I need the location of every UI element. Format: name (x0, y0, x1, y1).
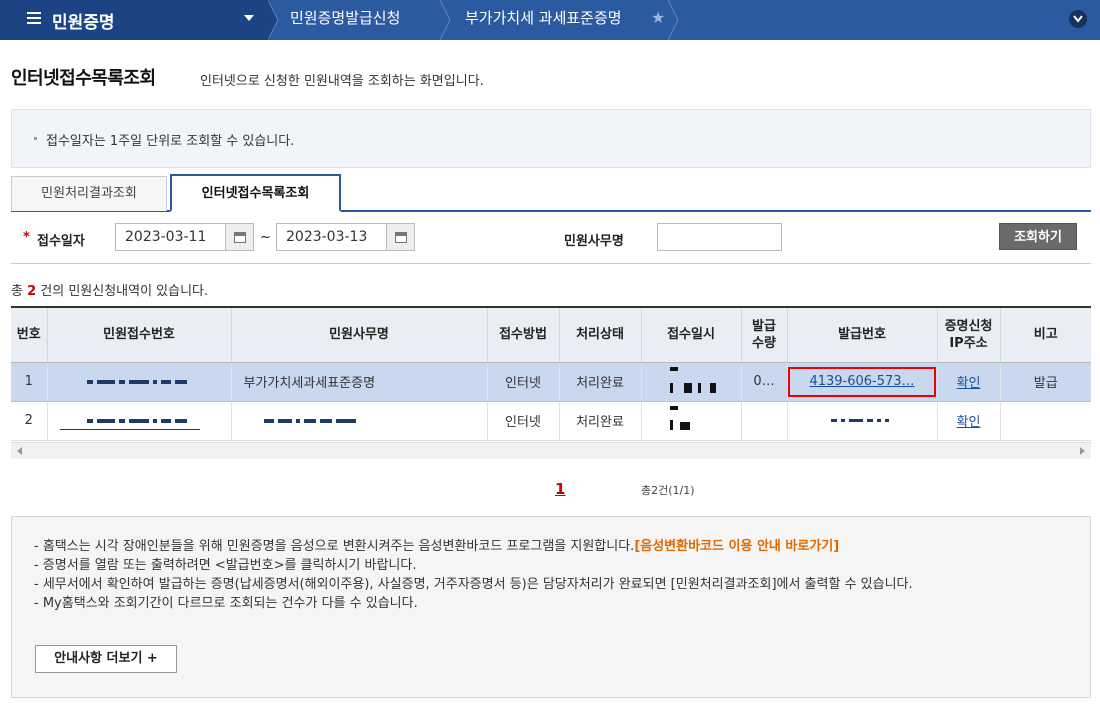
hamburger-icon (27, 12, 41, 26)
scroll-left-icon[interactable] (17, 447, 22, 455)
notice-box: 접수일자는 1주일 단위로 조회할 수 있습니다. (11, 109, 1091, 168)
count-suffix: 건의 민원신청내역이 있습니다. (36, 284, 209, 299)
scroll-right-icon[interactable] (1080, 447, 1085, 455)
redacted-text (666, 365, 716, 395)
results-table: 번호 민원접수번호 민원사무명 접수방법 처리상태 접수일시 발급 수량 발급번… (11, 306, 1091, 441)
office-name-label: 민원사무명 (564, 234, 624, 249)
table-header-row: 번호 민원접수번호 민원사무명 접수방법 처리상태 접수일시 발급 수량 발급번… (11, 306, 1091, 363)
office-name-cell (231, 401, 488, 441)
receipt-datetime-masked (641, 362, 742, 402)
calendar-icon[interactable] (225, 223, 254, 251)
info-line-text: - 홈택스는 시각 장애인분들을 위해 민원증명을 음성으로 변환시켜주는 음성… (34, 539, 635, 554)
col-header: 비고 (1000, 306, 1091, 363)
issue-qty-cell (741, 401, 788, 441)
col-header: 발급 수량 (741, 306, 788, 363)
search-form: * 접수일자 2023-03-11 ~ 2023-03-13 민원사무명 조회하… (11, 212, 1091, 264)
pagination-page-1[interactable]: 1 (555, 480, 565, 498)
tab-internet-receipt-list[interactable]: 인터넷접수목록조회 (170, 174, 341, 212)
note-cell: 발급 (1000, 362, 1091, 402)
breadcrumb-vat-cert[interactable]: 부가가치세 과세표준증명 (465, 0, 622, 40)
expand-chevron-icon[interactable] (1069, 10, 1087, 28)
ip-confirm-link[interactable]: 확인 (957, 376, 981, 391)
search-button[interactable]: 조회하기 (999, 223, 1077, 250)
col-header: 처리상태 (559, 306, 642, 363)
info-line: - 홈택스는 시각 장애인분들을 위해 민원증명을 음성으로 변환시켜주는 음성… (34, 537, 1064, 556)
info-box: - 홈택스는 시각 장애인분들을 위해 민원증명을 음성으로 변환시켜주는 음성… (11, 516, 1091, 698)
receipt-number-masked[interactable] (47, 362, 232, 402)
col-header: 접수일시 (641, 306, 742, 363)
issue-number-link[interactable]: 4139-606-573… (788, 366, 936, 397)
receipt-datetime-masked (641, 401, 742, 441)
breadcrumb-separator-icon (268, 0, 280, 40)
row-number: 1 (11, 362, 48, 402)
receipt-number-masked[interactable] (47, 401, 232, 441)
redacted-text (831, 413, 893, 423)
main-menu-dropdown[interactable]: 민원증명 (0, 0, 270, 40)
info-line: - 증명서를 열람 또는 출력하려면 <발급번호>를 클릭하시기 바랍니다. (34, 558, 417, 573)
count-prefix: 총 (11, 284, 28, 299)
issue-qty-cell: 0… (741, 362, 788, 402)
col-header: 민원접수번호 (47, 306, 232, 363)
redacted-text (666, 404, 716, 434)
date-from-input[interactable]: 2023-03-11 (115, 223, 226, 251)
col-header: 발급번호 (787, 306, 938, 363)
info-list: - 홈택스는 시각 장애인분들을 위해 민원증명을 음성으로 변환시켜주는 음성… (34, 537, 1064, 613)
receipt-date-label: 접수일자 (37, 234, 85, 249)
more-info-button[interactable]: 안내사항 더보기 + (35, 645, 177, 673)
horizontal-scrollbar[interactable] (11, 442, 1091, 459)
breadcrumb-separator-icon (440, 0, 452, 40)
notice-text: 접수일자는 1주일 단위로 조회할 수 있습니다. (46, 134, 295, 149)
star-icon[interactable]: ★ (651, 8, 665, 27)
issue-number-cell[interactable]: 4139-606-573… (787, 362, 938, 402)
office-name-cell: 부가가치세과세표준증명 (231, 362, 488, 402)
caret-down-icon (244, 15, 254, 21)
redacted-text (87, 374, 191, 384)
ip-cell[interactable]: 확인 (937, 362, 1001, 402)
required-mark: * (23, 230, 30, 245)
status-cell: 처리완료 (559, 362, 642, 402)
table-row[interactable]: 1 부가가치세과세표준증명 인터넷 처리완료 0… 4139-606-573… … (11, 362, 1091, 402)
date-range-separator: ~ (260, 230, 271, 245)
col-header: 증명신청 IP주소 (937, 306, 1001, 363)
issue-number-cell[interactable] (787, 401, 938, 441)
redacted-text (87, 413, 191, 423)
tab-processing-results[interactable]: 민원처리결과조회 (11, 176, 167, 211)
main-menu-title: 민원증명 (52, 13, 115, 33)
breadcrumb-civil-issue[interactable]: 민원증명발급신청 (290, 0, 400, 40)
ip-cell[interactable]: 확인 (937, 401, 1001, 441)
pagination-total: 총2건(1/1) (641, 484, 695, 497)
voice-barcode-link[interactable]: [음성변환바코드 이용 안내 바로가기] (634, 539, 839, 554)
col-header: 민원사무명 (231, 306, 488, 363)
method-cell: 인터넷 (487, 362, 560, 402)
count-number: 2 (27, 284, 37, 299)
redacted-text (263, 413, 360, 423)
status-cell: 처리완료 (559, 401, 642, 441)
date-to-input[interactable]: 2023-03-13 (276, 223, 387, 251)
row-number: 2 (11, 401, 48, 441)
table-row[interactable]: 2 인터넷 처리완료 확인 (11, 401, 1091, 441)
method-cell: 인터넷 (487, 401, 560, 441)
calendar-icon[interactable] (386, 223, 415, 251)
col-header: 번호 (11, 306, 48, 363)
page-title: 인터넷접수목록조회 (11, 68, 156, 89)
breadcrumb-separator-icon (668, 0, 680, 40)
result-count: 총 2 건의 민원신청내역이 있습니다. (11, 280, 208, 299)
link-underline (59, 428, 200, 430)
col-header: 접수방법 (487, 306, 560, 363)
page-description: 인터넷으로 신청한 민원내역을 조회하는 화면입니다. (200, 74, 484, 89)
note-cell (1000, 401, 1091, 441)
office-name-input[interactable] (657, 223, 782, 251)
info-line: - My홈택스와 조회기간이 다르므로 조회되는 건수가 다를 수 있습니다. (34, 596, 418, 611)
top-nav-bar: 민원증명 민원증명발급신청 부가가치세 과세표준증명 ★ (0, 0, 1100, 40)
info-line: - 세무서에서 확인하여 발급하는 증명(납세증명서(해외이주용), 사실증명,… (34, 577, 913, 592)
bullet-icon (34, 137, 37, 140)
ip-confirm-link[interactable]: 확인 (957, 415, 981, 430)
